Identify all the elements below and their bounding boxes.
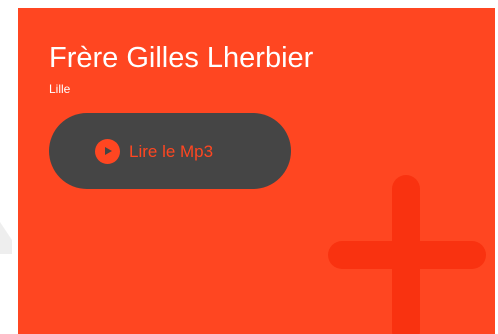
plus-cross-icon-horizontal xyxy=(328,241,486,269)
card-title: Frère Gilles Lherbier xyxy=(49,42,314,74)
left-margin-strip xyxy=(0,0,18,334)
play-mp3-label: Lire le Mp3 xyxy=(129,142,214,161)
play-icon xyxy=(95,139,120,164)
audio-card: Frère Gilles Lherbier Lille Lire le Mp3 xyxy=(18,8,495,334)
play-mp3-button[interactable]: Lire le Mp3 xyxy=(49,113,291,189)
page-fold-decoration xyxy=(0,222,12,254)
card-subtitle: Lille xyxy=(49,82,71,96)
